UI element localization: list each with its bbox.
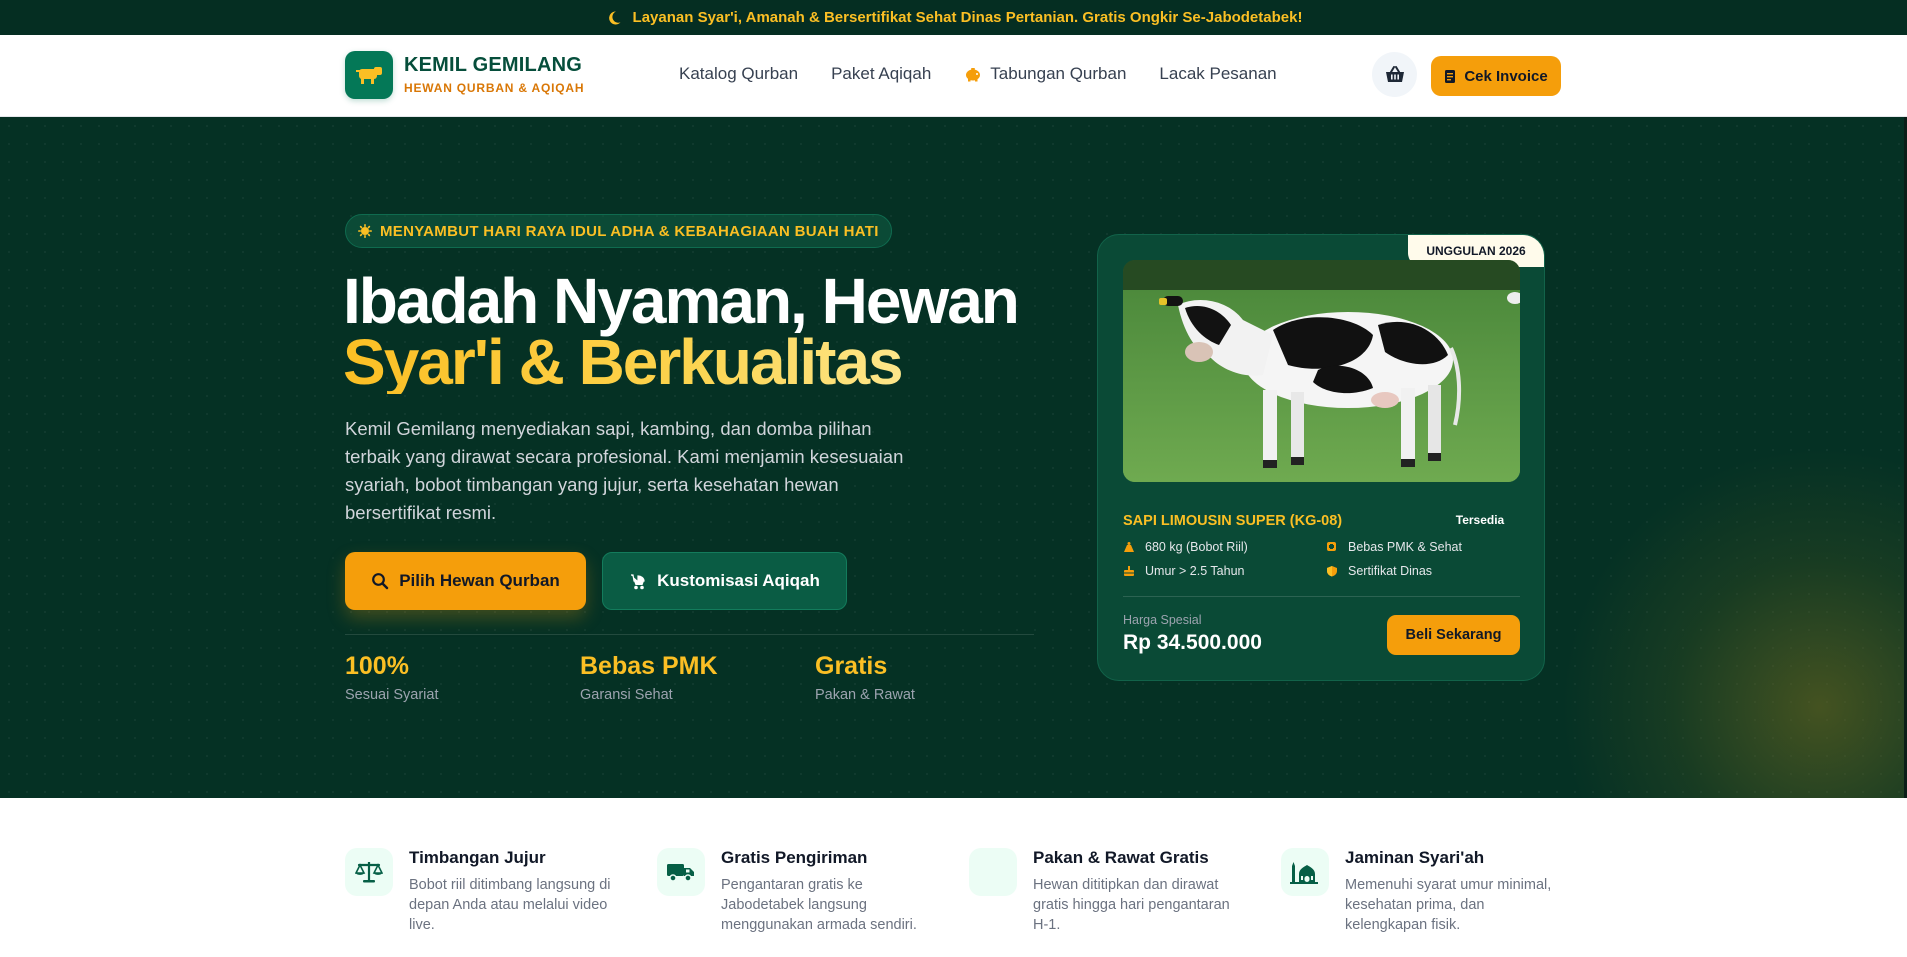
nav-tabungan-qurban[interactable]: Tabungan Qurban	[964, 64, 1126, 84]
nav-label: Katalog Qurban	[679, 64, 799, 83]
feature-weight: 680 kg (Bobot Riil)	[1123, 540, 1248, 554]
birthday-cake-icon	[1124, 566, 1134, 576]
feature-title: Jaminan Syari'ah	[1345, 848, 1485, 867]
decorative-glow	[1560, 447, 1907, 798]
nav-label: Tabungan Qurban	[990, 64, 1127, 83]
feature-title: Pakan & Rawat Gratis	[1033, 848, 1209, 867]
stat-value: Bebas PMK	[580, 652, 718, 680]
brand-name[interactable]: KEMIL GEMILANG	[404, 54, 582, 77]
stats-divider	[345, 634, 1034, 635]
nav-label: Lacak Pesanan	[1159, 64, 1277, 83]
feature-text: Umur > 2.5 Tahun	[1145, 564, 1245, 578]
cart-button[interactable]	[1372, 52, 1417, 97]
stat-label: Garansi Sehat	[580, 687, 673, 703]
feature-title: Gratis Pengiriman	[721, 848, 868, 867]
hero-description: Kemil Gemilang menyediakan sapi, kambing…	[345, 418, 904, 523]
shield-icon	[1327, 566, 1337, 577]
feature-text: Bebas PMK & Sehat	[1348, 540, 1462, 554]
nav-katalog-qurban[interactable]: Katalog Qurban	[679, 64, 798, 84]
weight-icon	[1124, 542, 1134, 552]
pilih-hewan-qurban-button[interactable]: Pilih Hewan Qurban	[345, 552, 586, 610]
logo[interactable]	[345, 51, 393, 99]
product-title: SAPI LIMOUSIN SUPER (KG-08)	[1123, 513, 1343, 529]
availability-status: Tersedia	[1455, 513, 1505, 527]
announcement-text: Layanan Syar'i, Amanah & Bersertifikat S…	[632, 9, 1303, 26]
cow-logo-icon	[356, 67, 382, 84]
cek-invoice-button[interactable]: Cek Invoice	[1431, 56, 1561, 96]
stat-gratis: Gratis Pakan & Rawat	[815, 652, 915, 703]
hero-title-line2: Syar'i & Berkualitas	[343, 326, 904, 398]
health-certificate-icon	[1327, 542, 1336, 551]
stat-label: Pakan & Rawat	[815, 687, 915, 703]
feature-text: Sertifikat Dinas	[1348, 564, 1433, 578]
stat-syariat: 100% Sesuai Syariat	[345, 652, 439, 703]
receipt-icon	[1445, 69, 1456, 83]
crescent-moon-icon	[605, 9, 623, 27]
beli-sekarang-button[interactable]: Beli Sekarang	[1387, 615, 1520, 655]
stat-label: Sesuai Syariat	[345, 687, 439, 703]
site-header: KEMIL GEMILANG HEWAN QURBAN & AQIQAH Kat…	[0, 35, 1907, 117]
stat-value: 100%	[345, 652, 409, 680]
card-divider	[1123, 596, 1520, 597]
basket-icon	[1385, 65, 1404, 82]
primary-button-label: Pilih Hewan Qurban	[399, 571, 560, 590]
feature-description: Hewan dititipkan dan dirawat gratis hing…	[1033, 877, 1230, 933]
sun-badge-icon	[358, 224, 372, 238]
mosque-icon	[1281, 848, 1329, 896]
hero-section: MENYAMBUT HARI RAYA IDUL ADHA & KEBAHAGI…	[0, 117, 1907, 798]
nav-label: Paket Aqiqah	[831, 64, 932, 83]
announcement-bar: Layanan Syar'i, Amanah & Bersertifikat S…	[0, 0, 1907, 35]
main-nav: Katalog Qurban Paket Aqiqah Tabungan Qur…	[679, 64, 1277, 84]
feature-certificate: Sertifikat Dinas	[1326, 564, 1432, 578]
scale-icon	[345, 848, 393, 896]
brand-tagline: HEWAN QURBAN & AQIQAH	[404, 81, 585, 95]
cow-photo	[1123, 260, 1520, 482]
piggy-bank-icon	[966, 68, 981, 82]
stat-bebas-pmk: Bebas PMK Garansi Sehat	[580, 652, 718, 703]
kustomisasi-aqiqah-button[interactable]: Kustomisasi Aqiqah	[602, 552, 847, 610]
feature-text: 680 kg (Bobot Riil)	[1145, 540, 1248, 554]
feature-title: Timbangan Jujur	[409, 848, 546, 867]
hero-title-line1: Ibadah Nyaman, Hewan	[343, 265, 1020, 337]
hero-badge: MENYAMBUT HARI RAYA IDUL ADHA & KEBAHAGI…	[345, 214, 892, 248]
feature-description: Bobot riil ditimbang langsung di depan A…	[409, 877, 611, 933]
nav-paket-aqiqah[interactable]: Paket Aqiqah	[831, 64, 931, 84]
baby-stroller-icon	[631, 573, 645, 589]
cek-invoice-label: Cek Invoice	[1464, 67, 1548, 85]
featured-product-card[interactable]: UNGGULAN 2026 SAPI LIMOUSIN SUPER (KG-08…	[1097, 234, 1545, 681]
price-label: Harga Spesial	[1123, 613, 1202, 627]
feature-age: Umur > 2.5 Tahun	[1123, 564, 1244, 578]
truck-icon	[657, 848, 705, 896]
feature-description: Memenuhi syarat umur minimal, kesehatan …	[1345, 877, 1552, 933]
feature-description: Pengantaran gratis ke Jabodetabek langsu…	[721, 877, 917, 933]
stat-value: Gratis	[815, 652, 888, 680]
search-icon	[372, 573, 389, 590]
feature-icon-placeholder	[969, 848, 1017, 896]
hero-badge-text: MENYAMBUT HARI RAYA IDUL ADHA & KEBAHAGI…	[380, 222, 879, 240]
secondary-button-label: Kustomisasi Aqiqah	[657, 571, 820, 590]
price-value: Rp 34.500.000	[1123, 631, 1262, 654]
feature-health: Bebas PMK & Sehat	[1326, 540, 1462, 554]
nav-lacak-pesanan[interactable]: Lacak Pesanan	[1159, 64, 1276, 84]
